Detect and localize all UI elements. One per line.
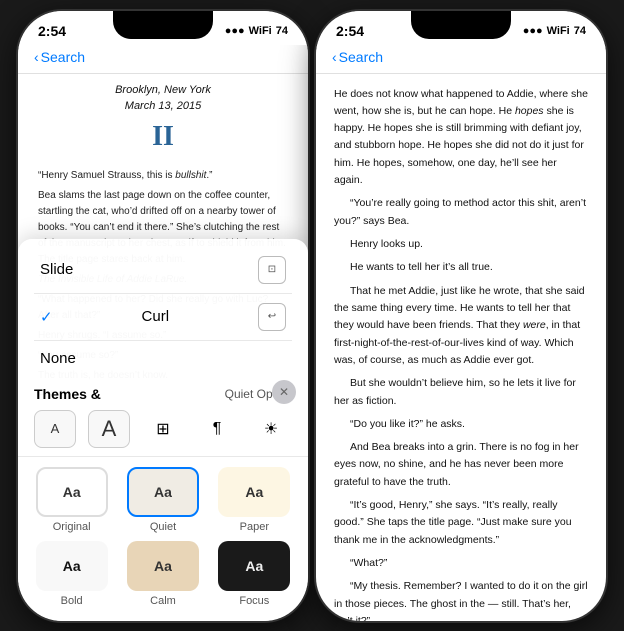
theme-calm-label: Calm	[150, 595, 176, 607]
theme-paper-label: Paper	[240, 521, 269, 533]
theme-original[interactable]: Aa Original	[30, 467, 113, 533]
reading-para-6: But she wouldn’t believe him, so he lets…	[334, 375, 588, 410]
left-time: 2:54	[38, 23, 66, 39]
theme-original-label: Original	[53, 521, 91, 533]
app-container: 2:54 ●●● WiFi 74 ‹ Search Brooklyn, New …	[18, 11, 606, 621]
book-location: Brooklyn, New YorkMarch 13, 2015	[38, 82, 288, 115]
right-phone: 2:54 ●●● WiFi 74 ‹ Search He does not kn…	[316, 11, 606, 621]
slide-icon: ⊡	[258, 256, 286, 284]
theme-focus-preview: Aa	[218, 541, 290, 591]
themes-header-row: Themes & Quiet Option ✕	[18, 382, 308, 402]
slide-option-label: Slide	[40, 261, 73, 278]
themes-section-title: Themes &	[34, 386, 101, 402]
curl-icon: ↩	[258, 303, 286, 331]
right-notch	[411, 11, 511, 39]
theme-original-preview: Aa	[36, 467, 108, 517]
slide-option-curl[interactable]: ✓ Curl ↩	[34, 294, 292, 341]
left-chevron-icon: ‹	[34, 49, 39, 65]
right-nav-bar: ‹ Search	[316, 45, 606, 74]
reading-para-2: “You’re really going to method actor thi…	[334, 195, 588, 230]
wifi-icon: WiFi	[249, 25, 272, 37]
font-type-button[interactable]: ⊞	[142, 410, 184, 448]
signal-icon: ●●●	[225, 25, 245, 37]
theme-paper[interactable]: Aa Paper	[213, 467, 296, 533]
right-time: 2:54	[336, 23, 364, 39]
right-wifi-icon: WiFi	[547, 25, 570, 37]
reading-para-3: Henry looks up.	[334, 236, 588, 253]
reading-para-5: That he met Addie, just like he wrote, t…	[334, 283, 588, 370]
paragraph-button[interactable]: ¶	[196, 410, 238, 448]
theme-bold-preview: Aa	[36, 541, 108, 591]
theme-calm-preview: Aa	[127, 541, 199, 591]
slide-options: Slide ⊡ ✓ Curl ↩ None	[18, 239, 308, 382]
left-status-icons: ●●● WiFi 74	[225, 25, 288, 37]
theme-quiet-preview: Aa	[127, 467, 199, 517]
reading-para-7: “Do you like it?” he asks.	[334, 416, 588, 433]
font-large-button[interactable]: A	[88, 410, 130, 448]
right-reading-content: He does not know what happened to Addie,…	[316, 74, 606, 621]
left-phone: 2:54 ●●● WiFi 74 ‹ Search Brooklyn, New …	[18, 11, 308, 621]
right-status-icons: ●●● WiFi 74	[523, 25, 586, 37]
none-option-label: None	[40, 350, 76, 367]
right-back-label: Search	[339, 49, 383, 65]
book-para-1: “Henry Samuel Strauss, this is bullshit.…	[38, 168, 288, 184]
right-back-button[interactable]: ‹ Search	[332, 49, 590, 65]
theme-bold[interactable]: Aa Bold	[30, 541, 113, 607]
right-battery-icon: 74	[574, 25, 586, 37]
theme-quiet[interactable]: Aa Quiet	[121, 467, 204, 533]
left-back-button[interactable]: ‹ Search	[34, 49, 292, 65]
theme-grid: Aa Original Aa Quiet Aa Paper	[18, 457, 308, 621]
reading-para-10: “What?”	[334, 555, 588, 572]
reading-para-9: “It’s good, Henry,” she says. “It’s real…	[334, 497, 588, 549]
left-back-label: Search	[41, 49, 85, 65]
book-chapter: II	[38, 115, 288, 158]
theme-focus-label: Focus	[239, 595, 269, 607]
book-header: Brooklyn, New YorkMarch 13, 2015 II	[38, 82, 288, 158]
theme-quiet-label: Quiet	[150, 521, 176, 533]
close-button[interactable]: ✕	[272, 380, 296, 404]
font-controls: A A ⊞ ¶ ☀	[18, 402, 308, 457]
battery-icon: 74	[276, 25, 288, 37]
theme-focus[interactable]: Aa Focus	[213, 541, 296, 607]
reading-para-1: He does not know what happened to Addie,…	[334, 86, 588, 190]
theme-calm[interactable]: Aa Calm	[121, 541, 204, 607]
reading-para-11: “My thesis. Remember? I wanted to do it …	[334, 578, 588, 620]
notch	[113, 11, 213, 39]
slide-option-slide[interactable]: Slide ⊡	[34, 247, 292, 294]
slide-option-none[interactable]: None	[34, 341, 292, 376]
curl-option-label: Curl	[142, 308, 170, 325]
theme-bold-label: Bold	[61, 595, 83, 607]
left-nav-bar: ‹ Search	[18, 45, 308, 74]
brightness-button[interactable]: ☀	[250, 410, 292, 448]
theme-paper-preview: Aa	[218, 467, 290, 517]
reading-para-8: And Bea breaks into a grin. There is no …	[334, 439, 588, 491]
right-signal-icon: ●●●	[523, 25, 543, 37]
reading-para-4: He wants to tell her it’s all true.	[334, 259, 588, 276]
right-chevron-icon: ‹	[332, 49, 337, 65]
slide-panel: Slide ⊡ ✓ Curl ↩ None Themes & Quiet Opt…	[18, 239, 308, 621]
font-small-button[interactable]: A	[34, 410, 76, 448]
curl-check: ✓	[40, 308, 53, 326]
